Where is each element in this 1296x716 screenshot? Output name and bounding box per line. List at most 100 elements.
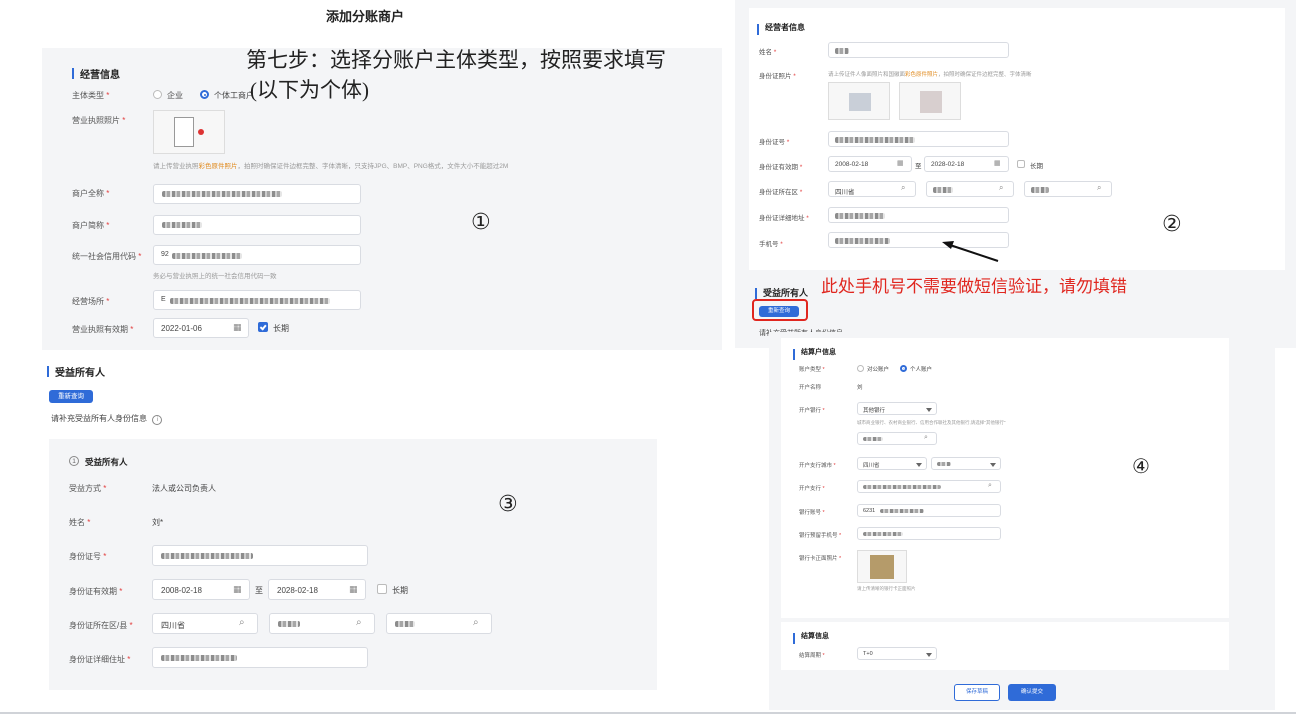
id-long-term-checkbox[interactable] <box>1017 160 1025 168</box>
calendar-icon: ▦ <box>349 584 358 594</box>
settle-cycle-select[interactable]: T+0 <box>857 647 937 660</box>
radio-corporate-account[interactable] <box>857 365 864 372</box>
id-end-input[interactable]: 2028-02-18 ▦ <box>924 156 1009 172</box>
id-province-select[interactable]: 四川省 ⌕ <box>828 181 916 197</box>
full-name-input[interactable] <box>153 184 361 204</box>
warning-text: 此处手机号不需要做短信验证，请勿填错 <box>821 277 1127 296</box>
chevron-down-icon <box>916 463 922 467</box>
section-title-business: 经营信息 <box>72 66 120 81</box>
place-label: 经营场所 <box>72 296 109 307</box>
id-start-input[interactable]: 2008-02-18 ▦ <box>828 156 912 172</box>
beneficiary-long-term-label: 长期 <box>392 586 408 595</box>
id-no-input[interactable] <box>828 131 1009 147</box>
beneficiary-id-label: 身份证号 <box>69 551 106 562</box>
bank-search-input[interactable]: ⌕ <box>857 432 937 445</box>
radio-personal-account-label: 个人账户 <box>910 367 933 373</box>
license-seal-icon <box>198 129 204 135</box>
short-name-input[interactable] <box>153 215 361 235</box>
save-draft-button[interactable]: 保存草稿 <box>954 684 1000 701</box>
marker-3: ③ <box>498 492 518 517</box>
card-index-badge: 1 <box>69 456 79 466</box>
beneficiary-fill-hint: 请补充受益所有人身份信息 i <box>51 413 163 425</box>
beneficiary-start-input[interactable]: 2008-02-18 ▦ <box>152 579 250 600</box>
bank-select[interactable]: 其他银行 <box>857 402 937 415</box>
license-long-term-label: 长期 <box>273 324 289 333</box>
license-validity-start-input[interactable]: 2022-01-06 ▦ <box>153 318 249 338</box>
bank-search-blurred <box>863 437 883 441</box>
license-long-term-checkbox[interactable] <box>258 322 268 332</box>
id-back-upload[interactable] <box>899 82 961 120</box>
panel-beneficiary: 受益所有人 重新查询 请补充受益所有人身份信息 i 1 受益所有人 受益方式 法… <box>29 350 684 710</box>
bank-city-select[interactable] <box>931 457 1001 470</box>
id-address-input[interactable] <box>828 207 1009 223</box>
beneficiary-date-separator: 至 <box>255 586 263 595</box>
card-no-input[interactable]: 6231 <box>857 504 1001 517</box>
section-title-settle: 结算信息 <box>793 633 829 644</box>
radio-individual[interactable] <box>200 90 209 99</box>
radio-corporate-account-label: 对公账户 <box>867 367 890 373</box>
marker-2: ② <box>1162 212 1182 237</box>
id-region-label: 身份证所在区 <box>759 186 802 196</box>
chevron-down-icon <box>926 408 932 412</box>
radio-enterprise[interactable] <box>153 90 162 99</box>
requery-button[interactable]: 重新查询 <box>49 390 93 403</box>
calendar-icon: ▦ <box>994 160 1001 167</box>
place-input[interactable]: E <box>153 290 361 310</box>
license-photo-upload[interactable] <box>153 110 225 154</box>
card-no-label: 银行账号 <box>799 508 825 516</box>
radio-enterprise-label: 企业 <box>167 91 183 100</box>
step-note-line1: 第七步：选择分账户主体类型，按照要求填写 <box>246 48 666 72</box>
beneficiary-end-input[interactable]: 2028-02-18 ▦ <box>268 579 366 600</box>
beneficiary-address-input[interactable] <box>152 647 368 668</box>
bank-province-value: 四川省 <box>863 463 880 469</box>
calendar-icon: ▦ <box>233 322 242 332</box>
beneficiary-id-blurred <box>161 553 253 559</box>
license-doc-icon <box>174 117 194 147</box>
beneficiary-province-select[interactable]: 四川省 ⌕ <box>152 613 258 634</box>
credit-code-input[interactable]: 92 <box>153 245 361 265</box>
card-photo-upload[interactable] <box>857 550 907 583</box>
id-district-select[interactable]: ⌕ <box>1024 181 1112 197</box>
branch-label: 开户支行 <box>799 484 825 492</box>
search-icon: ⌕ <box>999 183 1004 192</box>
search-icon: ⌕ <box>901 183 906 192</box>
bank-phone-input[interactable] <box>857 527 1001 540</box>
card-photo-label: 银行卡正面照片 <box>799 554 841 562</box>
bank-city-blurred <box>937 462 951 466</box>
section-title-operator: 经营者信息 <box>757 23 805 35</box>
place-value-blurred <box>170 298 330 304</box>
operator-name-blurred <box>835 48 849 54</box>
calendar-icon: ▦ <box>233 584 242 594</box>
radio-personal-account[interactable] <box>900 365 907 372</box>
short-name-label: 商户简称 <box>72 220 109 231</box>
card-no-blurred <box>880 509 924 513</box>
account-name-value: 刘 <box>857 385 863 391</box>
beneficiary-city-select[interactable]: ⌕ <box>269 613 375 634</box>
id-city-select[interactable]: ⌕ <box>926 181 1014 197</box>
beneficiary-end-value: 2028-02-18 <box>277 586 318 595</box>
search-icon: ⌕ <box>924 434 928 441</box>
bank-city-label: 开户支行城市 <box>799 461 836 469</box>
branch-blurred <box>863 485 941 489</box>
full-name-label: 商户全称 <box>72 188 109 199</box>
beneficiary-long-term-checkbox[interactable] <box>377 584 387 594</box>
search-icon: ⌕ <box>239 617 245 628</box>
license-photo-label: 营业执照照片 <box>72 115 125 126</box>
beneficiary-name-value: 刘* <box>152 518 164 527</box>
submit-button[interactable]: 确认提交 <box>1008 684 1056 701</box>
short-name-value-blurred <box>162 222 202 228</box>
beneficiary-province-value: 四川省 <box>161 621 185 630</box>
full-name-value-blurred <box>162 191 282 197</box>
bank-phone-blurred <box>863 532 903 536</box>
requery-button-2[interactable]: 重新查询 <box>759 306 799 317</box>
operator-name-label: 姓名 <box>759 46 776 56</box>
bank-province-select[interactable]: 四川省 <box>857 457 927 470</box>
beneficiary-district-select[interactable]: ⌕ <box>386 613 492 634</box>
operator-name-input[interactable] <box>828 42 1009 58</box>
marker-4: ④ <box>1132 454 1150 478</box>
credit-code-value-blurred <box>172 253 242 259</box>
beneficiary-id-input[interactable] <box>152 545 368 566</box>
id-front-upload[interactable] <box>828 82 890 120</box>
branch-input[interactable]: ⌕ <box>857 480 1001 493</box>
bank-select-value: 其他银行 <box>863 408 886 414</box>
